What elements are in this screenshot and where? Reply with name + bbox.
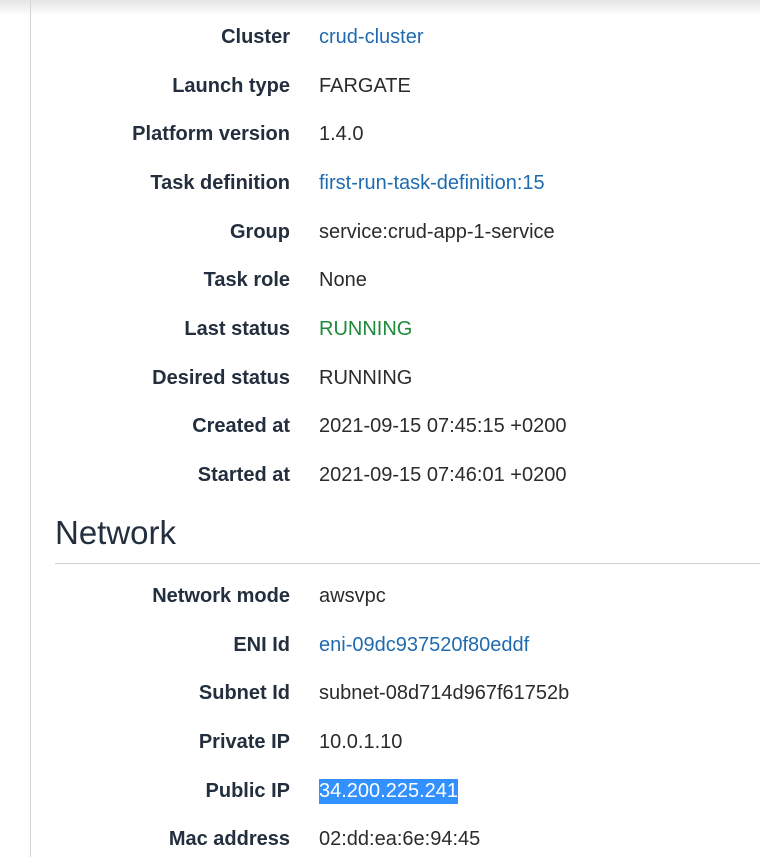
detail-row-created-at: Created at 2021-09-15 07:45:15 +0200 <box>0 411 760 441</box>
network-row-mac-address: Mac address 02:dd:ea:6e:94:45 <box>0 824 760 854</box>
task-role-value: None <box>319 268 367 291</box>
started-at-label: Started at <box>197 463 290 486</box>
detail-row-group: Group service:crud-app-1-service <box>0 217 760 247</box>
created-at-label: Created at <box>192 414 290 437</box>
top-shadow <box>0 0 760 16</box>
platform-version-label: Platform version <box>132 122 290 145</box>
desired-status-value: RUNNING <box>319 366 413 389</box>
task-role-label: Task role <box>203 268 290 291</box>
detail-row-started-at: Started at 2021-09-15 07:46:01 +0200 <box>0 460 760 490</box>
network-row-mode: Network mode awsvpc <box>0 581 760 611</box>
cluster-label: Cluster <box>221 25 290 48</box>
platform-version-value: 1.4.0 <box>319 122 364 145</box>
task-definition-link[interactable]: first-run-task-definition:15 <box>319 172 545 195</box>
network-row-private-ip: Private IP 10.0.1.10 <box>0 727 760 757</box>
network-section-title: Network <box>55 514 177 551</box>
subnet-id-label: Subnet Id <box>198 681 290 704</box>
network-mode-value: awsvpc <box>319 584 386 607</box>
private-ip-label: Private IP <box>198 730 290 753</box>
started-at-value: 2021-09-15 07:46:01 +0200 <box>319 463 567 486</box>
cluster-link[interactable]: crud-cluster <box>319 26 423 49</box>
section-divider <box>55 563 760 564</box>
eni-id-label: ENI Id <box>233 633 290 656</box>
detail-row-platform-version: Platform version 1.4.0 <box>0 119 760 149</box>
mac-address-value: 02:dd:ea:6e:94:45 <box>319 827 481 850</box>
private-ip-value: 10.0.1.10 <box>319 730 403 753</box>
public-ip-value[interactable]: 34.200.225.241 <box>319 778 459 804</box>
public-ip-label: Public IP <box>205 779 290 802</box>
desired-status-label: Desired status <box>152 366 290 389</box>
group-value: service:crud-app-1-service <box>319 220 555 243</box>
launch-type-label: Launch type <box>172 74 290 97</box>
group-label: Group <box>230 220 290 243</box>
last-status-value: RUNNING <box>319 317 413 340</box>
last-status-label: Last status <box>184 317 290 340</box>
detail-row-launch-type: Launch type FARGATE <box>0 71 760 101</box>
detail-row-last-status: Last status RUNNING <box>0 314 760 344</box>
network-row-subnet-id: Subnet Id subnet-08d714d967f61752b <box>0 678 760 708</box>
network-row-public-ip: Public IP 34.200.225.241 <box>0 776 760 806</box>
network-row-eni-id: ENI Id eni-09dc937520f80eddf <box>0 630 760 660</box>
detail-row-task-definition: Task definition first-run-task-definitio… <box>0 168 760 198</box>
subnet-id-value: subnet-08d714d967f61752b <box>319 681 570 704</box>
network-mode-label: Network mode <box>152 584 290 607</box>
eni-id-link[interactable]: eni-09dc937520f80eddf <box>319 634 529 657</box>
launch-type-value: FARGATE <box>319 74 411 97</box>
mac-address-label: Mac address <box>168 827 290 850</box>
detail-row-cluster: Cluster crud-cluster <box>0 22 760 52</box>
created-at-value: 2021-09-15 07:45:15 +0200 <box>319 414 567 437</box>
detail-row-desired-status: Desired status RUNNING <box>0 363 760 393</box>
detail-row-task-role: Task role None <box>0 265 760 295</box>
task-definition-label: Task definition <box>150 171 290 194</box>
